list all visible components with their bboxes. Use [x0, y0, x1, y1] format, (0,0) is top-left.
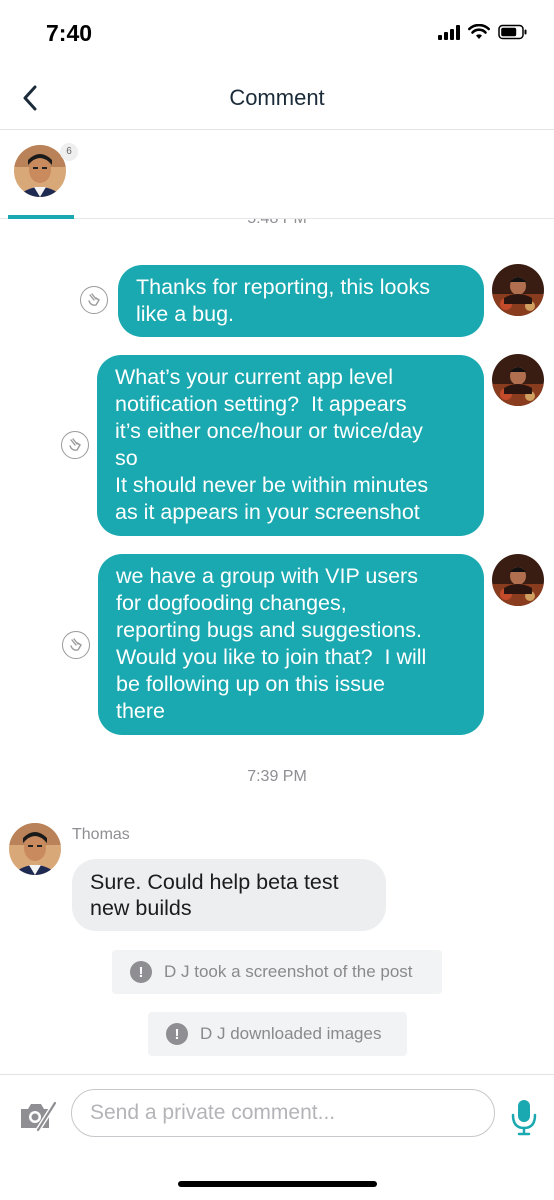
exclamation-icon: !	[166, 1023, 188, 1045]
seen-icon	[62, 631, 90, 659]
microphone-icon	[511, 1100, 537, 1136]
participant-avatar	[14, 145, 66, 197]
nav-bar: Comment	[0, 66, 554, 130]
participants-bar: 6	[0, 131, 554, 219]
time-divider: 7:39 PM	[247, 768, 307, 785]
avatar	[492, 264, 544, 316]
home-indicator	[178, 1181, 377, 1187]
incoming-message-bubble: Sure. Could help beta test new builds	[72, 859, 386, 931]
status-bar: 7:40	[0, 0, 554, 66]
sender-avatar	[9, 823, 61, 875]
exclamation-icon: !	[130, 961, 152, 983]
participant-tab[interactable]: 6	[8, 131, 78, 219]
active-tab-indicator	[8, 215, 74, 219]
battery-icon	[498, 24, 527, 40]
participant-count-badge: 6	[60, 143, 78, 161]
message-bubble: we have a group with VIP users for dogfo…	[98, 554, 484, 735]
cellular-signal-icon	[438, 24, 460, 40]
notice-text: D J took a screenshot of the post	[164, 962, 413, 981]
status-time: 7:40	[46, 20, 93, 46]
system-notice: ! D J downloaded images	[148, 1012, 407, 1056]
seen-icon	[61, 431, 89, 459]
system-notice: ! D J took a screenshot of the post	[112, 950, 442, 994]
notice-text: D J downloaded images	[200, 1024, 382, 1043]
status-icons	[438, 24, 528, 40]
microphone-button[interactable]	[510, 1097, 538, 1137]
camera-button[interactable]	[18, 1099, 58, 1133]
seen-icon	[80, 286, 108, 314]
message-bubble: Thanks for reporting, this looks like a …	[118, 265, 484, 337]
comment-input[interactable]	[71, 1089, 495, 1137]
sender-name: Thomas	[72, 826, 130, 843]
avatar	[492, 354, 544, 406]
page-title: Comment	[229, 85, 325, 110]
message-bubble: What’s your current app level notificati…	[97, 355, 484, 536]
camera-off-icon	[21, 1100, 58, 1133]
comment-composer	[0, 1074, 554, 1200]
wifi-icon	[468, 24, 490, 39]
avatar	[492, 554, 544, 606]
